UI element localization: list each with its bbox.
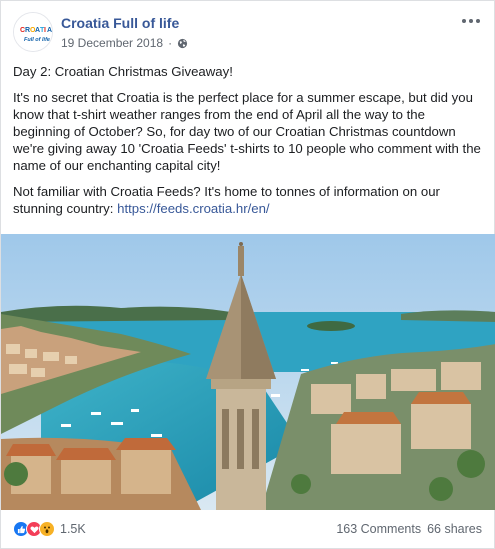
wow-reaction-icon: [39, 521, 55, 537]
post-paragraph: Day 2: Croatian Christmas Giveaway!: [13, 64, 233, 79]
feeds-link[interactable]: https://feeds.croatia.hr/en/: [117, 201, 269, 216]
svg-text:Full of life: Full of life: [24, 37, 50, 43]
facebook-post: C R O A T I A Full of life Croatia Full …: [0, 0, 495, 549]
post-stats: 163 Comments 66 shares: [336, 522, 482, 536]
globe-icon: [177, 38, 188, 48]
svg-text:I: I: [44, 27, 46, 34]
post-header: C R O A T I A Full of life Croatia Full …: [13, 12, 482, 56]
more-dot-icon: [476, 19, 480, 23]
post-paragraph: It's no secret that Croatia is the perfe…: [13, 90, 481, 173]
page-avatar[interactable]: C R O A T I A Full of life: [13, 12, 53, 52]
post-meta: 19 December 2018 ·: [61, 36, 188, 50]
post-photo[interactable]: [1, 234, 495, 510]
croatia-logo-icon: C R O A T I A Full of life: [14, 13, 52, 51]
more-dot-icon: [462, 19, 466, 23]
more-options-button[interactable]: [460, 14, 482, 28]
more-dot-icon: [469, 19, 473, 23]
post-text: Day 2: Croatian Christmas Giveaway! It's…: [13, 63, 485, 226]
post-footer: 1.5K 163 Comments 66 shares: [13, 518, 482, 540]
post-paragraph: Not familiar with Croatia Feeds? It's ho…: [13, 183, 485, 217]
reactions-summary[interactable]: 1.5K: [13, 521, 86, 537]
svg-text:A: A: [47, 27, 52, 34]
post-date[interactable]: 19 December 2018: [61, 36, 163, 50]
hvar-harbour-photo: [1, 234, 495, 510]
shares-count[interactable]: 66 shares: [427, 522, 482, 536]
reaction-count: 1.5K: [60, 522, 86, 536]
page-name[interactable]: Croatia Full of life: [61, 15, 179, 31]
comments-count[interactable]: 163 Comments: [336, 522, 421, 536]
